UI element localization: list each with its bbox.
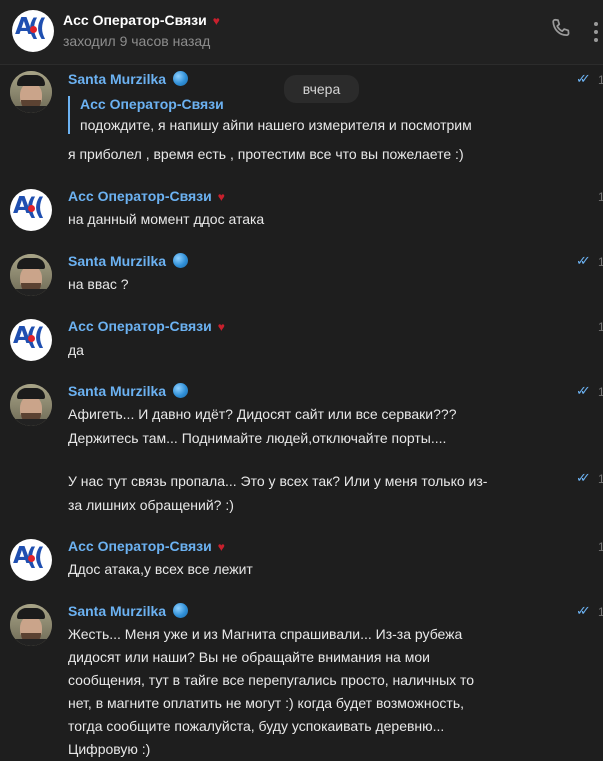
chat-status: заходил 9 часов назад (63, 33, 211, 49)
message-text: на ввас ? (68, 276, 129, 292)
chat-avatar[interactable]: A(( (12, 10, 54, 52)
message-text: за лишних обращений? :) (68, 497, 234, 513)
read-checkmarks-icon: ✓✓ (576, 471, 591, 486)
globe-emoji-icon (173, 71, 189, 86)
sender-avatar[interactable] (10, 254, 52, 296)
devil-emoji-icon: ♥ (217, 320, 225, 334)
message-text: Афигеть... И давно идёт? Дидосят сайт ил… (68, 406, 457, 422)
sender-name[interactable]: Acc Оператор-Связи ♥ (68, 188, 225, 204)
more-vertical-icon[interactable] (594, 22, 603, 42)
message-text: Цифровую :) (68, 741, 151, 757)
message-text: сообщения, тут в тайге все перепугались … (68, 672, 475, 688)
sender-avatar[interactable]: A(( (10, 319, 52, 361)
read-checkmarks-icon: ✓✓ (576, 604, 591, 619)
sender-name[interactable]: Acc Оператор-Связи ♥ (68, 538, 225, 554)
message-text: тогда сообщите пожалуйста, буду успокаив… (68, 718, 445, 734)
sender-name[interactable]: Santa Murzilka (68, 383, 189, 399)
message-text: нет, в магните оплатить не могут :) когд… (68, 695, 465, 711)
message-time: 1 (598, 472, 603, 486)
message-text: да (68, 342, 84, 358)
read-checkmarks-icon: ✓✓ (576, 384, 591, 399)
sender-name[interactable]: Santa Murzilka (68, 253, 189, 269)
message-text: Держитесь там... Поднимайте людей,отключ… (68, 430, 447, 446)
devil-emoji-icon: ♥ (217, 540, 225, 554)
message-time: 1 (598, 605, 603, 619)
message-text: дидосят или наши? Вы не обращайте вниман… (68, 649, 430, 665)
message-time: 1 (598, 255, 603, 269)
sender-name[interactable]: Santa Murzilka (68, 71, 189, 87)
message-time: 1 (598, 320, 603, 334)
sender-avatar[interactable] (10, 604, 52, 646)
sender-name[interactable]: Santa Murzilka (68, 603, 189, 619)
sender-avatar[interactable]: A(( (10, 539, 52, 581)
sender-avatar[interactable] (10, 71, 52, 113)
message-text: я приболел , время есть , протестим все … (68, 146, 464, 162)
globe-emoji-icon (173, 603, 189, 618)
sender-avatar[interactable] (10, 384, 52, 426)
message-time: 1 (598, 190, 603, 204)
globe-emoji-icon (173, 383, 189, 398)
read-checkmarks-icon: ✓✓ (576, 254, 591, 269)
reply-quote[interactable]: Acc Оператор-Связи подождите, я напишу а… (68, 96, 563, 134)
chat-header: A(( Acc Оператор-Связи♥ заходил 9 часов … (0, 0, 603, 65)
sender-avatar[interactable]: A(( (10, 189, 52, 231)
message-time: 1 (598, 385, 603, 399)
message-text: У нас тут связь пропала... Это у всех та… (68, 473, 488, 489)
devil-emoji-icon: ♥ (217, 190, 225, 204)
message-time: 1 (598, 540, 603, 554)
message-text: Жесть... Меня уже и из Магнита спрашивал… (68, 626, 463, 642)
devil-emoji-icon: ♥ (212, 14, 220, 28)
message-text: на данный момент ддос атака (68, 211, 265, 227)
read-checkmarks-icon: ✓✓ (576, 72, 591, 87)
sender-name[interactable]: Acc Оператор-Связи ♥ (68, 318, 225, 334)
chat-title[interactable]: Acc Оператор-Связи ♥ (63, 12, 220, 28)
message-text: Ддос атака,у всех все лежит (68, 561, 253, 577)
phone-icon[interactable] (548, 16, 574, 42)
message-time: 1 (598, 73, 603, 87)
globe-emoji-icon (173, 253, 189, 268)
